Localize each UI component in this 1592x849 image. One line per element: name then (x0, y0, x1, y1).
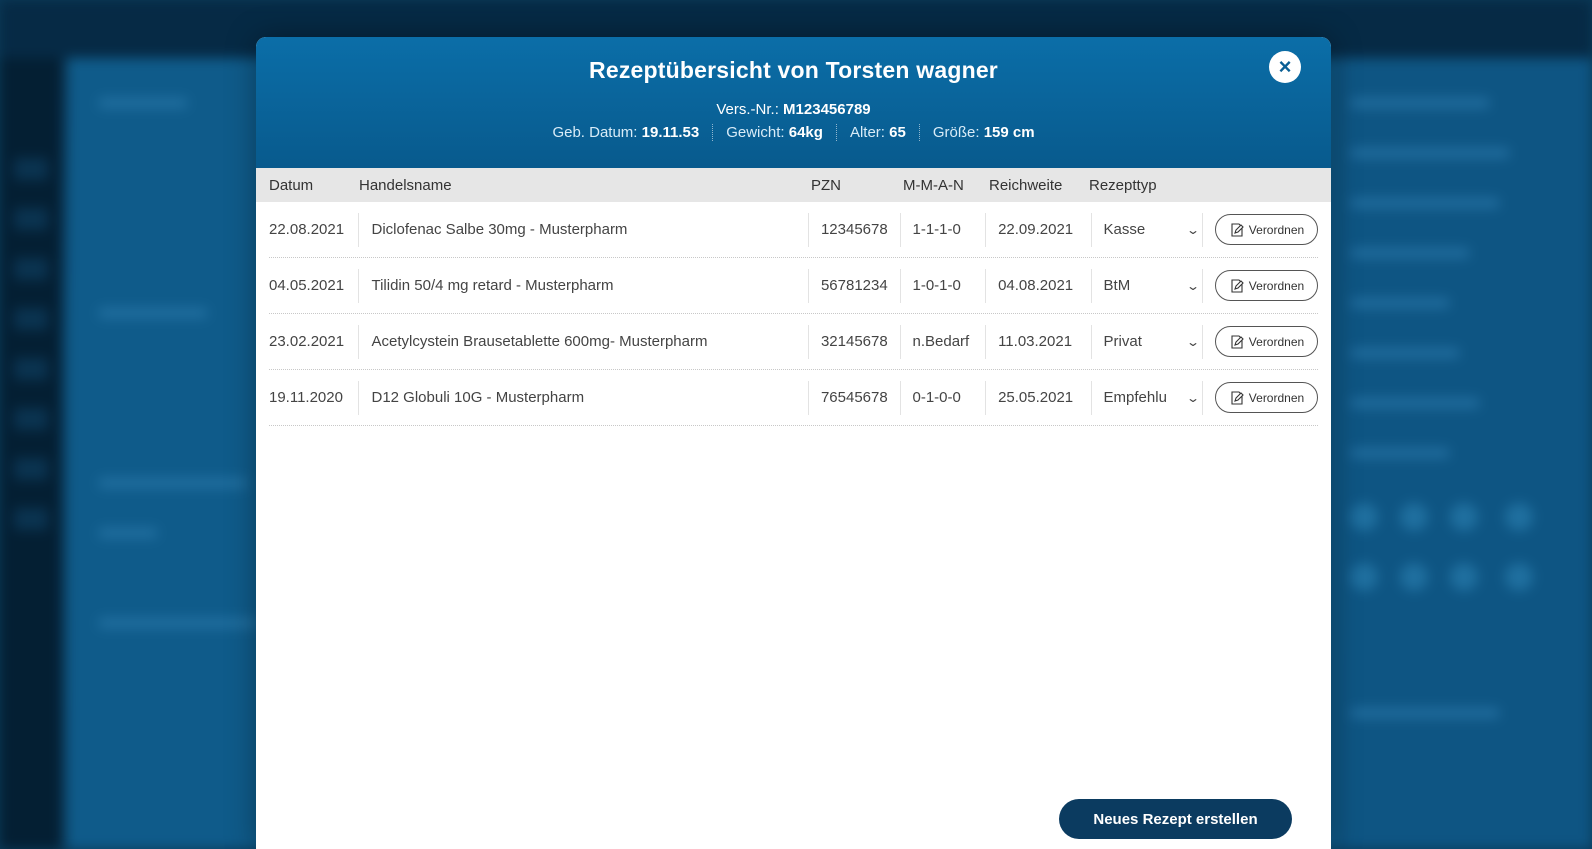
new-prescription-button[interactable]: Neues Rezept erstellen (1059, 799, 1292, 839)
header-handelsname[interactable]: Handelsname (359, 177, 811, 194)
patient-meta: Geb. Datum: 19.11.53 Gewicht: 64kg Alter… (256, 124, 1331, 141)
edit-document-icon (1231, 222, 1244, 237)
cell-datum: 19.11.2020 (269, 389, 343, 406)
cell-handelsname: D12 Globuli 10G - Musterpharm (358, 380, 807, 415)
cell-datum: 04.05.2021 (269, 277, 345, 294)
verordnen-button[interactable]: Verordnen (1215, 382, 1318, 413)
background-sidebar (0, 58, 62, 849)
table-row: 23.02.2021 Acetylcystein Brausetablette … (269, 314, 1318, 370)
insurance-number-label: Vers.-Nr.: (716, 101, 779, 118)
chevron-down-icon: ⌄ (1185, 222, 1201, 237)
cell-pzn: 56781234 (807, 268, 900, 303)
cell-datum: 22.08.2021 (269, 221, 345, 238)
rezepttyp-value: Kasse (1103, 221, 1146, 238)
cell-mman: n.Bedarf (899, 324, 986, 359)
action-cell: Verordnen (1202, 212, 1318, 247)
cell-mman: 1-0-1-0 (899, 268, 986, 303)
chevron-down-icon: ⌄ (1185, 390, 1201, 405)
insurance-number-value: M123456789 (783, 101, 871, 118)
header-mman[interactable]: M-M-A-N (903, 177, 989, 194)
chevron-down-icon: ⌄ (1185, 334, 1201, 349)
birthdate: Geb. Datum: 19.11.53 (552, 124, 700, 141)
header-rezepttyp[interactable]: Rezepttyp (1089, 177, 1199, 194)
weight: Gewicht: 64kg (712, 124, 836, 141)
chevron-down-icon: ⌄ (1185, 278, 1201, 293)
verordnen-button[interactable]: Verordnen (1215, 326, 1318, 357)
rezepttyp-select[interactable]: Kasse ⌄ (1090, 212, 1202, 247)
cell-reichweite: 11.03.2021 (985, 324, 1090, 359)
rezepttyp-value: Privat (1103, 333, 1142, 350)
action-cell: Verordnen (1202, 380, 1318, 415)
cell-mman: 0-1-0-0 (899, 380, 986, 415)
dialog-title: Rezeptübersicht von Torsten wagner (589, 57, 998, 83)
height: Größe: 159 cm (918, 124, 1048, 141)
rezepttyp-select[interactable]: Privat ⌄ (1090, 324, 1202, 359)
rezepttyp-value: BtM (1103, 277, 1131, 294)
cell-reichweite: 22.09.2021 (985, 212, 1090, 247)
verordnen-button[interactable]: Verordnen (1215, 214, 1318, 245)
cell-handelsname: Diclofenac Salbe 30mg - Musterpharm (358, 212, 807, 247)
rezepttyp-select[interactable]: BtM ⌄ (1090, 268, 1202, 303)
table-header: Datum Handelsname PZN M-M-A-N Reichweite… (256, 168, 1331, 202)
cell-reichweite: 04.08.2021 (985, 268, 1090, 303)
prescription-overview-dialog: Rezeptübersicht von Torsten wagner × Ver… (256, 37, 1331, 849)
close-icon: × (1278, 54, 1292, 79)
table-row: 04.05.2021 Tilidin 50/4 mg retard - Must… (269, 258, 1318, 314)
table-row: 19.11.2020 D12 Globuli 10G - Musterpharm… (269, 370, 1318, 426)
edit-document-icon (1231, 390, 1244, 405)
close-button[interactable]: × (1269, 51, 1301, 83)
insurance-number: Vers.-Nr.: M123456789 (256, 101, 1331, 118)
cell-reichweite: 25.05.2021 (985, 380, 1090, 415)
age: Alter: 65 (835, 124, 919, 141)
header-datum[interactable]: Datum (269, 177, 359, 194)
cell-datum: 23.02.2021 (269, 333, 345, 350)
action-cell: Verordnen (1202, 268, 1318, 303)
header-reichweite[interactable]: Reichweite (989, 177, 1089, 194)
edit-document-icon (1231, 334, 1244, 349)
rezepttyp-value: Empfehlu (1103, 389, 1167, 406)
cell-handelsname: Tilidin 50/4 mg retard - Musterpharm (358, 268, 807, 303)
table-row: 22.08.2021 Diclofenac Salbe 30mg - Muste… (269, 202, 1318, 258)
background-right-panel (1340, 58, 1592, 849)
prescription-list: 22.08.2021 Diclofenac Salbe 30mg - Muste… (256, 202, 1331, 426)
edit-document-icon (1231, 278, 1244, 293)
verordnen-button[interactable]: Verordnen (1215, 270, 1318, 301)
rezepttyp-select[interactable]: Empfehlu ⌄ (1090, 380, 1202, 415)
cell-mman: 1-1-1-0 (899, 212, 986, 247)
cell-pzn: 12345678 (807, 212, 900, 247)
dialog-header: Rezeptübersicht von Torsten wagner × Ver… (256, 37, 1331, 168)
cell-handelsname: Acetylcystein Brausetablette 600mg- Must… (358, 324, 807, 359)
header-pzn[interactable]: PZN (811, 177, 903, 194)
action-cell: Verordnen (1202, 324, 1318, 359)
cell-pzn: 32145678 (807, 324, 900, 359)
cell-pzn: 76545678 (807, 380, 900, 415)
